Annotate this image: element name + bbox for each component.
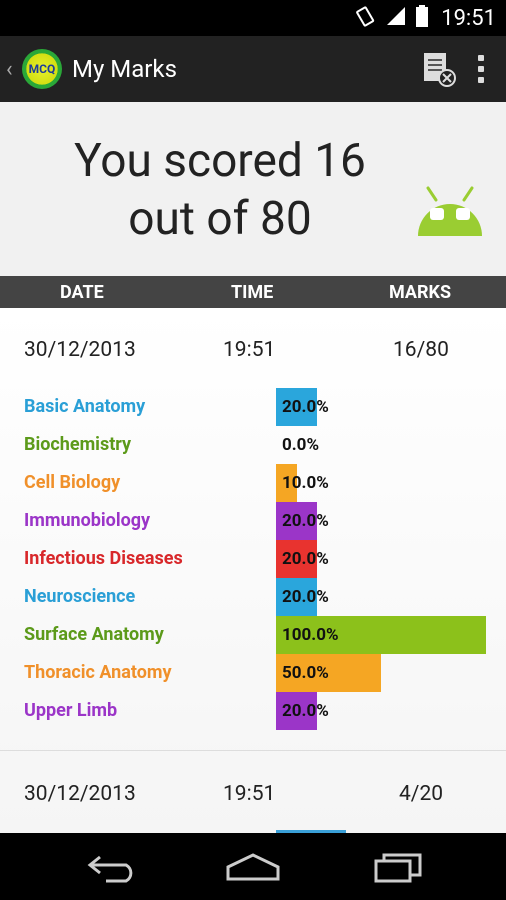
action-bar: ‹ MCQ My Marks <box>0 36 506 102</box>
signal-icon <box>385 5 407 31</box>
status-bar: 19:51 <box>0 0 506 36</box>
home-nav-icon[interactable] <box>224 851 282 887</box>
rotation-icon <box>355 5 377 31</box>
score-line-2: out of 80 <box>128 192 312 246</box>
subject-percent: 0.0% <box>282 435 320 455</box>
score-text: You scored 16 out of 80 <box>0 132 440 248</box>
table-header: DATE TIME MARKS <box>0 276 506 308</box>
subject-label: Immunobiology <box>24 510 151 531</box>
app-logo-text: MCQ <box>28 62 56 76</box>
subject-percent: 20.0% <box>282 397 329 417</box>
overflow-menu-icon[interactable] <box>478 55 484 83</box>
back-nav-icon[interactable] <box>86 851 140 887</box>
subject-percent: 20.0% <box>282 511 329 531</box>
column-date: DATE <box>60 282 104 303</box>
page-title: My Marks <box>72 55 177 83</box>
record-marks: 16/80 <box>393 338 449 362</box>
subject-percent: 20.0% <box>282 549 329 569</box>
status-time: 19:51 <box>441 5 496 31</box>
record-marks: 4/20 <box>399 782 444 806</box>
record-time: 19:51 <box>223 338 276 362</box>
subject-percent: 20.0% <box>282 587 329 607</box>
subject-label: Surface Anatomy <box>24 624 164 645</box>
navigation-bar <box>0 833 506 900</box>
subject-label: Infectious Diseases <box>24 548 183 569</box>
subject-percent: 10.0% <box>282 473 329 493</box>
subject-label: Cell Biology <box>24 472 121 493</box>
subject-label: Neuroscience <box>24 586 136 607</box>
row-divider <box>0 750 506 751</box>
battery-icon <box>415 5 429 31</box>
score-line-1: You scored 16 <box>74 134 366 188</box>
up-chevron-icon[interactable]: ‹ <box>6 57 18 82</box>
subject-percent: 100.0% <box>282 625 339 645</box>
subject-label: Thoracic Anatomy <box>24 662 172 683</box>
record-date: 30/12/2013 <box>24 338 136 362</box>
record-time: 19:51 <box>223 782 276 806</box>
clear-history-icon[interactable] <box>414 44 464 94</box>
marks-list[interactable]: 30/12/2013 19:51 16/80 Basic Anatomy 20.… <box>0 308 506 833</box>
subject-label: Basic Anatomy <box>24 396 146 417</box>
subject-percent: 20.0% <box>282 701 329 721</box>
android-icon <box>414 184 486 244</box>
app-logo[interactable]: MCQ <box>22 49 62 89</box>
recents-nav-icon[interactable] <box>372 851 424 887</box>
subject-percent: 50.0% <box>282 663 329 683</box>
subject-label: Upper Limb <box>24 700 118 721</box>
column-time: TIME <box>231 282 274 303</box>
record-date: 30/12/2013 <box>24 782 136 806</box>
column-marks: MARKS <box>389 282 452 303</box>
subject-label: Biochemistry <box>24 434 132 455</box>
